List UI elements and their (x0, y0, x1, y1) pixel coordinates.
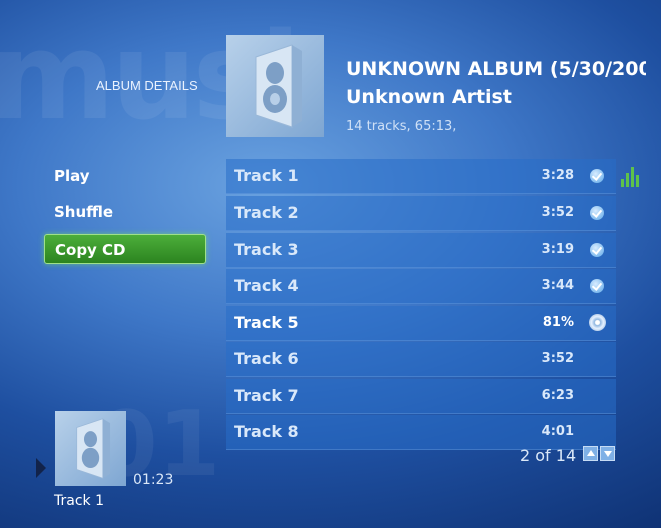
track-duration: 6:23 (541, 388, 574, 403)
track-name: Track 2 (234, 203, 299, 222)
speaker-icon (76, 418, 111, 479)
track-row[interactable]: Track 2 3:52 (226, 196, 616, 231)
track-row[interactable]: Track 5 81% (226, 306, 616, 341)
check-icon (590, 243, 604, 257)
track-row[interactable]: Track 8 4:01 (226, 415, 616, 450)
check-icon (590, 279, 604, 293)
track-name: Track 8 (234, 422, 299, 441)
track-duration: 3:52 (541, 205, 574, 220)
track-duration: 3:52 (541, 351, 574, 366)
track-duration: 3:19 (541, 242, 574, 257)
speaker-icon (255, 44, 302, 128)
track-name: Track 6 (234, 349, 299, 368)
track-name: Track 5 (234, 313, 299, 332)
check-icon (590, 206, 604, 220)
section-title: ALBUM DETAILS (96, 78, 198, 93)
album-artist: Unknown Artist (346, 86, 512, 108)
page-down-button[interactable] (600, 446, 615, 461)
track-name: Track 1 (234, 166, 299, 185)
track-duration: 3:28 (541, 168, 574, 183)
album-title: UNKNOWN ALBUM (5/30/2003 3 (346, 58, 646, 80)
equalizer-icon (621, 165, 639, 187)
track-progress: 81% (542, 315, 574, 330)
album-cover (226, 35, 324, 137)
copy-cd-button[interactable]: Copy CD (44, 234, 206, 264)
album-meta: 14 tracks, 65:13, (346, 119, 457, 134)
check-icon (590, 169, 604, 183)
track-row[interactable]: Track 1 3:28 (226, 159, 616, 194)
track-duration: 4:01 (541, 424, 574, 439)
shuffle-button[interactable]: Shuffle (44, 197, 206, 227)
now-playing-track: Track 1 (54, 493, 104, 509)
track-name: Track 7 (234, 386, 299, 405)
track-duration: 3:44 (541, 278, 574, 293)
track-row[interactable]: Track 3 3:19 (226, 233, 616, 268)
track-name: Track 3 (234, 240, 299, 259)
track-name: Track 4 (234, 276, 299, 295)
track-row[interactable]: Track 4 3:44 (226, 269, 616, 304)
now-playing-time: 01:23 (133, 472, 174, 488)
page-indicator: 2 of 14 (520, 446, 577, 465)
now-playing-cover[interactable] (55, 411, 126, 486)
play-indicator-icon (36, 458, 46, 478)
disc-copying-icon (589, 314, 606, 331)
play-button[interactable]: Play (44, 161, 206, 191)
track-row[interactable]: Track 6 3:52 (226, 342, 616, 377)
track-row[interactable]: Track 7 6:23 (226, 379, 616, 414)
page-up-button[interactable] (583, 446, 598, 461)
